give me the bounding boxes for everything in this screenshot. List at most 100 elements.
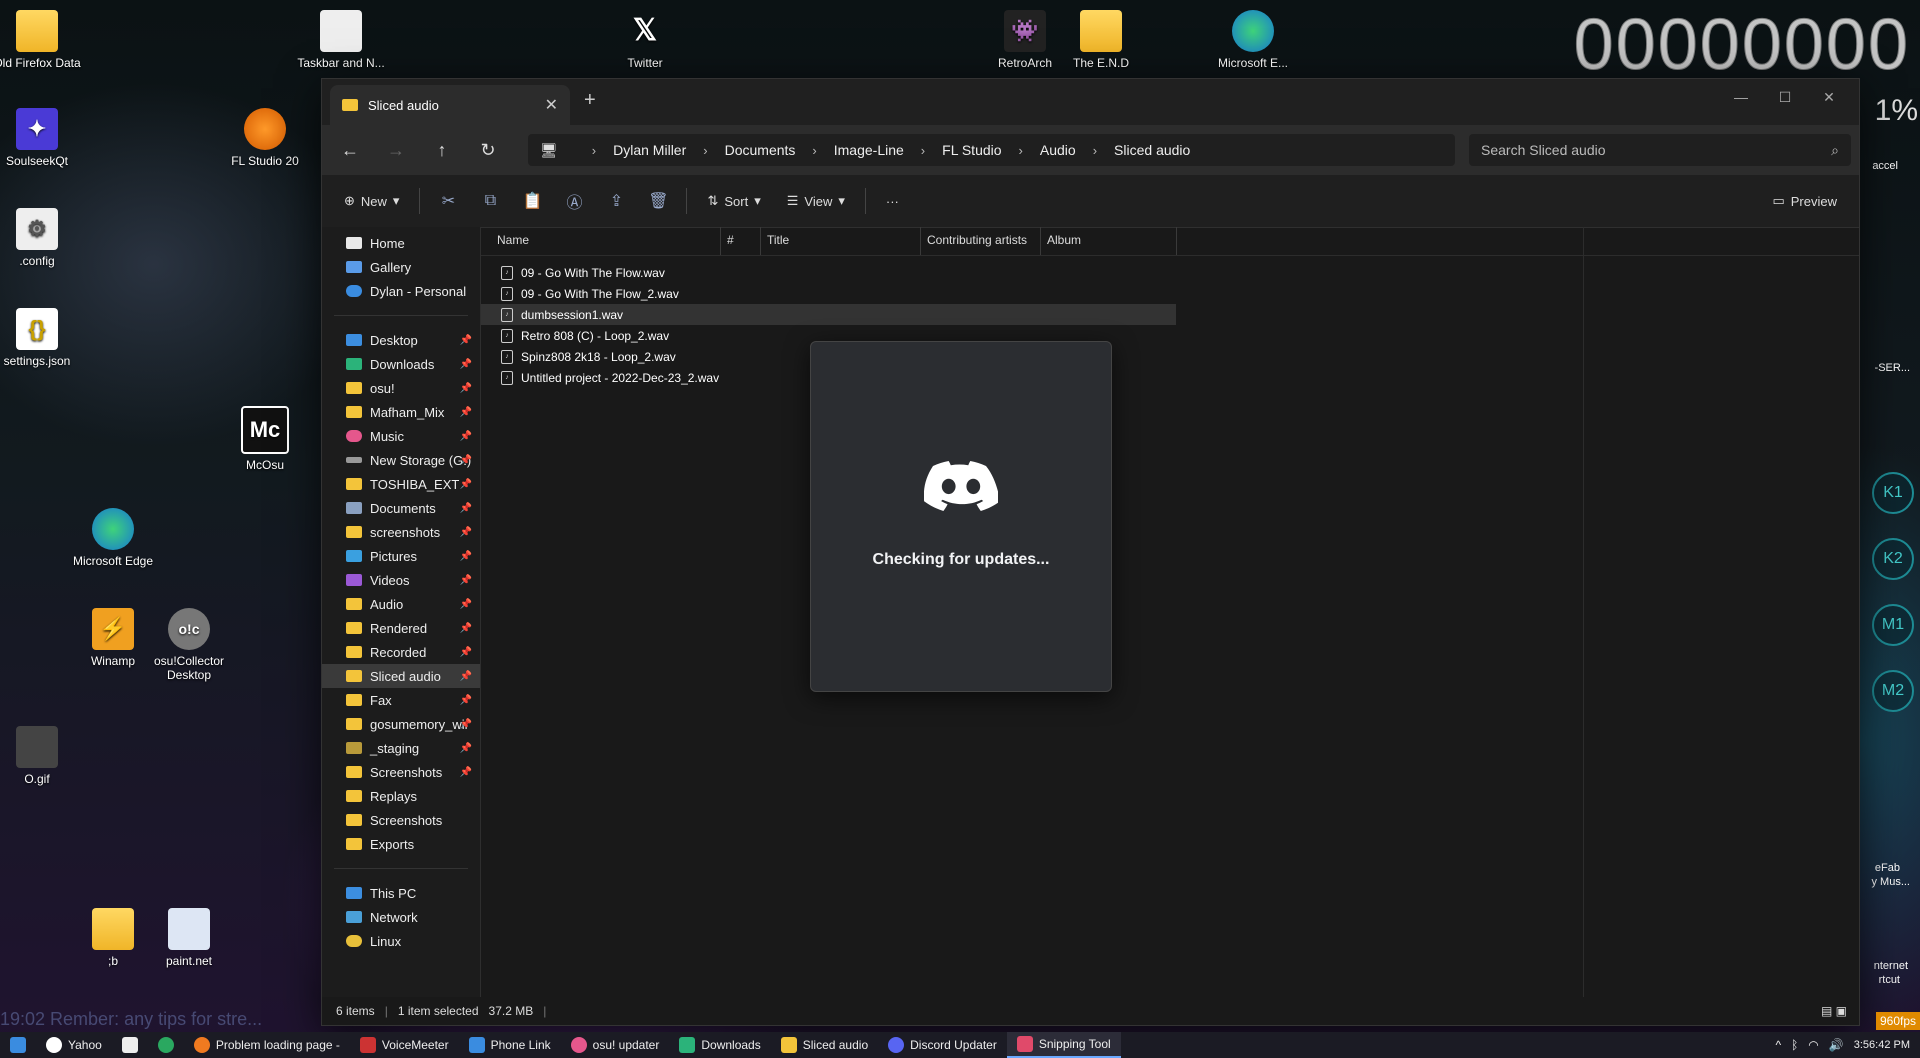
desktop-icon-edge-2[interactable]: Microsoft E... [1208, 10, 1298, 70]
desktop-icon-old-firefox[interactable]: Old Firefox Data [0, 10, 82, 70]
close-window-button[interactable]: ✕ [1807, 83, 1851, 111]
desktop-icon-twitter[interactable]: 𝕏 Twitter [600, 10, 690, 71]
nav-item-gosumemory[interactable]: gosumemory_wir 📌 [322, 712, 480, 736]
desktop-icon-osucollector[interactable]: o!c osu!Collector Desktop [144, 608, 234, 682]
column-header-name[interactable]: Name [481, 227, 721, 255]
desktop-icon-paint-net[interactable]: paint.net [144, 908, 234, 968]
wifi-icon[interactable]: ◠ [1808, 1038, 1818, 1052]
refresh-button[interactable]: ↻ [468, 140, 508, 161]
paste-icon[interactable]: 📋 [514, 191, 550, 211]
close-tab-icon[interactable]: ✕ [545, 95, 558, 115]
details-view-icon[interactable]: ▤ ▣ [1821, 1004, 1847, 1018]
breadcrumb-item[interactable]: Audio [1040, 142, 1076, 158]
new-button[interactable]: ⊕ New ▾ [334, 187, 409, 215]
file-row[interactable]: ♪ 09 - Go With The Flow_2.wav [481, 283, 1176, 304]
nav-item-sliced-audio[interactable]: Sliced audio 📌 [322, 664, 480, 688]
nav-item-home[interactable]: Home [322, 231, 480, 255]
up-button[interactable]: ↑ [422, 140, 462, 161]
file-row[interactable]: ♪ 09 - Go With The Flow.wav [481, 262, 1176, 283]
desktop-icon-soulseek[interactable]: ✦ SoulseekQt [0, 108, 82, 168]
view-button[interactable]: ☰ View ▾ [777, 187, 855, 215]
forward-button[interactable]: → [376, 140, 416, 161]
nav-item-gallery[interactable]: Gallery [322, 255, 480, 279]
nav-item-recorded[interactable]: Recorded 📌 [322, 640, 480, 664]
share-icon[interactable]: ⇪ [598, 191, 634, 211]
desktop-icon-settings-json[interactable]: {} settings.json [0, 308, 82, 368]
nav-item-pictures[interactable]: Pictures 📌 [322, 544, 480, 568]
maximize-button[interactable]: ☐ [1763, 83, 1807, 111]
more-options-button[interactable]: ··· [876, 188, 909, 215]
back-button[interactable]: ← [330, 140, 370, 161]
minimize-button[interactable]: — [1719, 83, 1763, 111]
nav-item-mafham[interactable]: Mafham_Mix 📌 [322, 400, 480, 424]
breadcrumb-item[interactable]: Documents [725, 142, 796, 158]
nav-item-documents[interactable]: Documents 📌 [322, 496, 480, 520]
cut-icon[interactable]: ✂ [430, 191, 466, 211]
taskbar-item-firefox[interactable]: Problem loading page - [184, 1032, 350, 1058]
nav-item-rendered[interactable]: Rendered 📌 [322, 616, 480, 640]
desktop-icon-the-end[interactable]: The E.N.D [1056, 10, 1146, 70]
nav-item-toshiba[interactable]: TOSHIBA_EXT 📌 [322, 472, 480, 496]
nav-item-onedrive[interactable]: Dylan - Personal [322, 279, 480, 303]
nav-item-staging[interactable]: _staging 📌 [322, 736, 480, 760]
taskbar-item-discord-updater[interactable]: Discord Updater [878, 1032, 1007, 1058]
pin-icon: 📌 [459, 766, 472, 778]
breadcrumb-item[interactable]: Dylan Miller [613, 142, 686, 158]
nav-item-network[interactable]: Network [322, 905, 480, 929]
desktop-icon-mcosu[interactable]: Mc McOsu [220, 406, 310, 472]
start-button[interactable] [0, 1032, 36, 1058]
clock[interactable]: 3:56:42 PM [1854, 1039, 1910, 1051]
taskbar-item-yahoo[interactable]: Yahoo [36, 1032, 112, 1058]
tab-sliced-audio[interactable]: Sliced audio ✕ [330, 85, 570, 125]
taskbar-item-chrome[interactable] [148, 1032, 184, 1058]
copy-icon[interactable]: ⧉ [472, 192, 508, 210]
nav-item-music[interactable]: Music 📌 [322, 424, 480, 448]
taskbar-item-osu-updater[interactable]: osu! updater [561, 1032, 670, 1058]
nav-item-new-storage[interactable]: New Storage (G:) 📌 [322, 448, 480, 472]
column-header-artists[interactable]: Contributing artists [921, 227, 1041, 255]
rename-icon[interactable]: Ⓐ [556, 189, 592, 213]
taskbar-item-sliced-audio[interactable]: Sliced audio [771, 1032, 878, 1058]
taskbar-item-notion[interactable] [112, 1032, 148, 1058]
nav-item-desktop[interactable]: Desktop 📌 [322, 328, 480, 352]
breadcrumb-item[interactable]: FL Studio [942, 142, 1001, 158]
preview-button[interactable]: ▭ Preview [1762, 187, 1847, 215]
desktop-icon-o-gif[interactable]: O.gif [0, 726, 82, 786]
desktop-icon-taskbar[interactable]: Taskbar and N... [296, 10, 386, 70]
new-tab-button[interactable]: + [584, 89, 596, 112]
nav-item-replays[interactable]: Replays [322, 784, 480, 808]
desktop-icon-fl-studio[interactable]: FL Studio 20 [220, 108, 310, 168]
volume-icon[interactable]: 🔊 [1829, 1038, 1844, 1052]
chevron-up-icon[interactable]: ^ [1775, 1038, 1781, 1052]
nav-item-this-pc[interactable]: This PC [322, 881, 480, 905]
column-header-title[interactable]: Title [761, 227, 921, 255]
desktop-icon-config[interactable]: ⚙ .config [0, 208, 82, 268]
nav-item-screenshots-2[interactable]: Screenshots [322, 808, 480, 832]
nav-item-exports[interactable]: Exports [322, 832, 480, 856]
nav-item-fax[interactable]: Fax 📌 [322, 688, 480, 712]
pin-icon: 📌 [459, 430, 472, 442]
column-header-album[interactable]: Album [1041, 227, 1177, 255]
nav-item-screenshots[interactable]: Screenshots 📌 [322, 760, 480, 784]
taskbar-item-phone-link[interactable]: Phone Link [459, 1032, 561, 1058]
nav-item-downloads[interactable]: Downloads 📌 [322, 352, 480, 376]
taskbar-item-snipping-tool[interactable]: Snipping Tool [1006, 1032, 1121, 1058]
breadcrumb[interactable]: 🖥 › Dylan Miller › Documents › Image-Lin… [528, 134, 1455, 166]
taskbar-item-downloads[interactable]: Downloads [669, 1032, 770, 1058]
nav-item-osu[interactable]: osu! 📌 [322, 376, 480, 400]
sort-button[interactable]: ⇅ Sort ▾ [697, 187, 770, 215]
column-header-number[interactable]: # [721, 227, 761, 255]
desktop-icon-edge[interactable]: Microsoft Edge [68, 508, 158, 568]
file-row-selected[interactable]: ♪ dumbsession1.wav [481, 304, 1176, 325]
delete-icon[interactable]: 🗑 [640, 191, 676, 211]
nav-item-audio[interactable]: Audio 📌 [322, 592, 480, 616]
bluetooth-icon[interactable]: ᛒ [1791, 1038, 1798, 1052]
taskbar-item-voicemeeter[interactable]: VoiceMeeter [350, 1032, 459, 1058]
nav-item-linux[interactable]: Linux [322, 929, 480, 953]
breadcrumb-item[interactable]: Image-Line [834, 142, 904, 158]
title-bar: Sliced audio ✕ + — ☐ ✕ [322, 79, 1859, 125]
nav-item-videos[interactable]: Videos 📌 [322, 568, 480, 592]
search-input[interactable]: Search Sliced audio ⌕ [1469, 134, 1851, 166]
nav-item-screenshots-lower[interactable]: screenshots 📌 [322, 520, 480, 544]
breadcrumb-item[interactable]: Sliced audio [1114, 142, 1190, 158]
